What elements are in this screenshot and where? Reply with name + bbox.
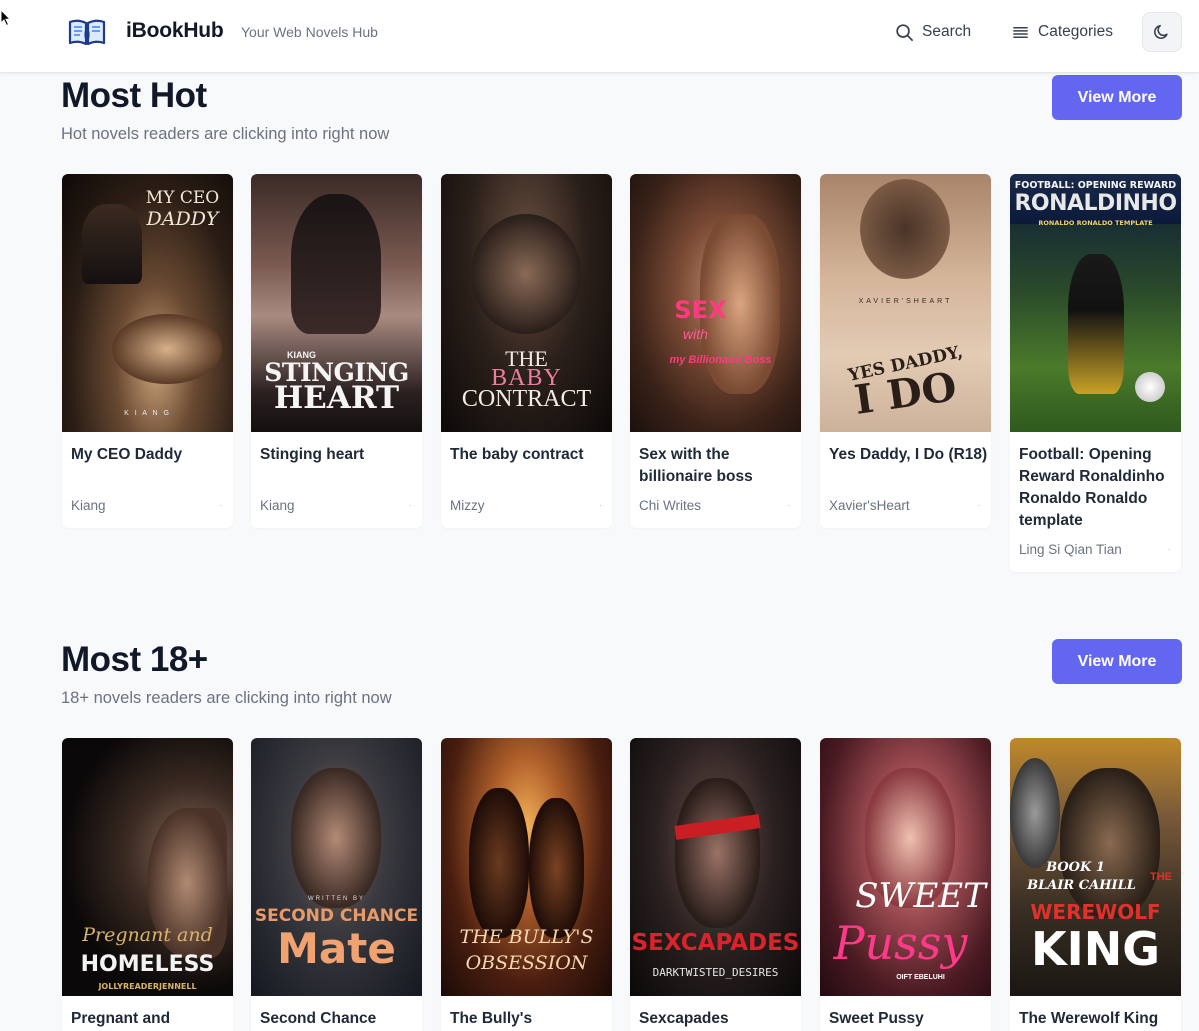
book-cover: Pregnant and HOMELESS JOLLYREADERJENNELL (62, 738, 233, 996)
book-author: Kiang (260, 498, 295, 513)
nav-search-link[interactable]: Search (895, 20, 971, 44)
book-cover: KIANG STINGING HEART (251, 174, 422, 432)
book-title: The Werewolf King (1019, 1010, 1159, 1027)
book-author: Chi Writes (639, 498, 702, 513)
view-more-button[interactable]: View More (1052, 75, 1182, 120)
section-subtitle: 18+ novels readers are clicking into rig… (61, 689, 392, 707)
book-card[interactable]: SWEET Pussy OIFT EBELUHI Sweet Pussy (820, 738, 991, 1031)
search-icon (896, 23, 913, 41)
book-cover: THE BULLY'S OBSESSION (441, 738, 612, 996)
book-title: My CEO Daddy (71, 446, 183, 463)
menu-lines-icon (1013, 26, 1028, 38)
section-subtitle: Hot novels readers are clicking into rig… (61, 125, 390, 143)
book-card[interactable]: THE BULLY'S OBSESSION The Bully's (441, 738, 612, 1031)
book-title: Stinging heart (260, 446, 365, 463)
section-title: Most 18+ (61, 640, 208, 679)
book-card[interactable]: XAVIER'SHEART YES DADDY, I DO Yes Daddy,… (820, 174, 991, 528)
book-card[interactable]: SEXCAPADES DARKTWISTED_DESIRES Sexcapade… (630, 738, 801, 1031)
book-cover: SEXCAPADES DARKTWISTED_DESIRES (630, 738, 801, 996)
moon-icon (1154, 24, 1168, 39)
book-author: Ling Si Qian Tian (1019, 542, 1122, 557)
view-more-button[interactable]: View More (1052, 639, 1182, 684)
book-title: The Bully's (450, 1010, 533, 1027)
open-book-icon[interactable] (67, 17, 107, 47)
top-navbar: iBookHub Your Web Novels Hub Search Cate… (0, 0, 1199, 73)
book-cover: XAVIER'SHEART YES DADDY, I DO (820, 174, 991, 432)
book-card[interactable]: FOOTBALL: OPENING REWARD RONALDINHO RONA… (1010, 174, 1181, 572)
dot-separator: · (977, 500, 981, 511)
book-author: Xavier'sHeart (829, 498, 910, 513)
book-author: Kiang (71, 498, 106, 513)
brand-tagline: Your Web Novels Hub (241, 24, 378, 40)
nav-categories-link[interactable]: Categories (1012, 20, 1113, 44)
book-cover: THE BABY CONTRACT (441, 174, 612, 432)
book-title: Sexcapades (639, 1010, 729, 1027)
book-title: The baby contract (450, 446, 584, 463)
dot-separator: · (598, 500, 602, 511)
book-cover: SEX with my Billionaire Boss (630, 174, 801, 432)
section-title: Most Hot (61, 76, 207, 115)
book-title: Yes Daddy, I Do (R18) (829, 446, 988, 463)
book-title: Sex with the billionaire boss (639, 446, 753, 485)
mouse-cursor-icon (0, 9, 12, 27)
book-title: Football: Opening Reward Ronaldinho Rona… (1019, 446, 1165, 529)
book-title: Pregnant and (71, 1010, 171, 1027)
book-title: Second Chance (260, 1010, 377, 1027)
book-card[interactable]: THE BABY CONTRACT The baby contract Mizz… (441, 174, 612, 528)
dot-separator: · (1167, 544, 1171, 555)
theme-toggle-button[interactable] (1142, 12, 1182, 52)
nav-categories-label: Categories (1038, 23, 1113, 40)
book-card[interactable]: KIANG STINGING HEART Stinging heart Kian… (251, 174, 422, 528)
book-card[interactable]: WRITTEN BY SECOND CHANCE Mate Second Cha… (251, 738, 422, 1031)
book-cover: FOOTBALL: OPENING REWARD RONALDINHO RONA… (1010, 174, 1181, 432)
book-card[interactable]: SEX with my Billionaire Boss Sex with th… (630, 174, 801, 528)
book-author: Mizzy (450, 498, 485, 513)
nav-search-label: Search (922, 23, 972, 40)
book-card[interactable]: MY CEO DADDY K I A N G My CEO Daddy Kian… (62, 174, 233, 528)
brand-name[interactable]: iBookHub (126, 19, 224, 43)
book-cover: MY CEO DADDY K I A N G (62, 174, 233, 432)
book-card[interactable]: Pregnant and HOMELESS JOLLYREADERJENNELL… (62, 738, 233, 1031)
book-cover: BOOK 1 BLAIR CAHILL THE WEREWOLF KING (1010, 738, 1181, 996)
book-cover: SWEET Pussy OIFT EBELUHI (820, 738, 991, 996)
book-title: Sweet Pussy (829, 1010, 924, 1027)
dot-separator: · (219, 500, 223, 511)
dot-separator: · (408, 500, 412, 511)
dot-separator: · (787, 500, 791, 511)
book-card[interactable]: BOOK 1 BLAIR CAHILL THE WEREWOLF KING Th… (1010, 738, 1181, 1031)
book-cover: WRITTEN BY SECOND CHANCE Mate (251, 738, 422, 996)
